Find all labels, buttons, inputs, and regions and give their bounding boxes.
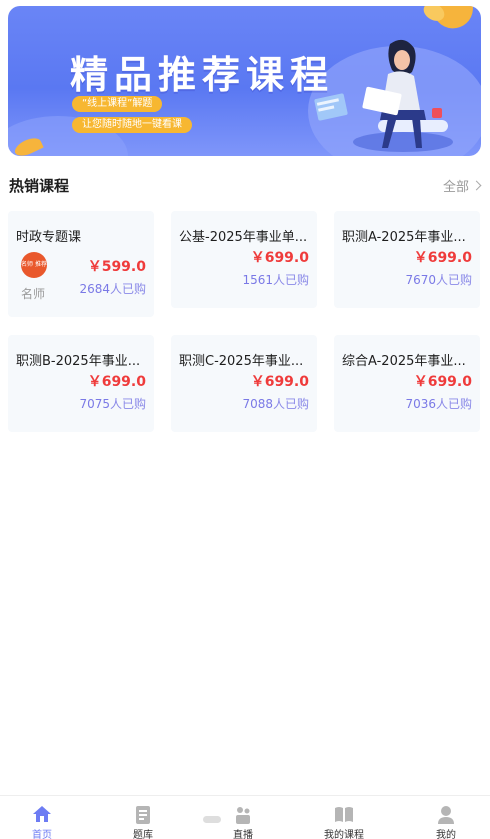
my-courses-icon [335,807,353,822]
sold-count: 7670人已购 [405,273,472,287]
course-price: ￥699.0 [250,374,309,390]
course-name: 综合A-2025年事业... [342,354,466,369]
course-name: 时政专题课 [16,230,82,245]
course-card[interactable]: 综合A-2025年事业... ￥699.0 7036人已购 [334,335,480,432]
tab-label: 我的课程 [324,830,364,839]
view-all-label: 全部 [442,180,469,195]
tab-my-courses[interactable]: 我的课程 [304,796,384,839]
course-price: ￥599.0 [87,259,146,275]
tab-question-bank[interactable]: 题库 [103,796,183,839]
banner-title: 精品推荐课程 [70,53,335,97]
course-name: 职测C-2025年事业... [179,354,304,369]
section-title: 热销课程 [9,177,70,195]
question-bank-icon [136,806,150,824]
course-name: 公基-2025年事业单... [179,230,308,245]
tab-label: 直播 [233,830,253,839]
course-name: 职测A-2025年事业... [342,230,466,245]
course-name: 职测B-2025年事业... [16,354,141,369]
banner-tag: 让您随时随地一键看课 [72,117,192,133]
course-price: ￥699.0 [250,250,309,266]
course-card[interactable]: 时政专题课 名师 推荐 ￥599.0 名师 2684人已购 [8,211,154,317]
sold-count: 7075人已购 [79,397,146,411]
sold-count: 7036人已购 [405,397,472,411]
promo-banner[interactable]: 精品推荐课程 “线上课程”解题 让您随时随地一键看课 [8,6,481,156]
tab-label: 题库 [133,830,153,839]
live-icon [236,807,250,824]
teacher-avatar: 名师 推荐 [21,252,47,278]
course-card[interactable]: 职测B-2025年事业... ￥699.0 7075人已购 [8,335,154,432]
home-icon [33,806,51,822]
chevron-right-icon [471,180,482,191]
sold-count: 7088人已购 [242,397,309,411]
person-with-laptop-illustration [314,39,453,152]
view-all-link[interactable]: 全部 [442,176,482,195]
bottom-tab-bar: 首页 题库 直播 我的课程 我的 [0,795,490,839]
banner-tag: “线上课程”解题 [72,96,163,112]
sold-count: 1561人已购 [242,273,309,287]
profile-icon [438,806,454,824]
course-price: ￥699.0 [413,250,472,266]
course-card[interactable]: 职测A-2025年事业... ￥699.0 7670人已购 [334,211,480,308]
course-price: ￥699.0 [413,374,472,390]
tab-profile[interactable]: 我的 [406,796,486,839]
scroll-handle [203,816,221,823]
course-card[interactable]: 公基-2025年事业单... ￥699.0 1561人已购 [171,211,317,308]
tab-label: 首页 [32,830,52,839]
tab-home[interactable]: 首页 [2,796,82,839]
course-price: ￥699.0 [87,374,146,390]
tab-label: 我的 [436,830,456,839]
course-card[interactable]: 职测C-2025年事业... ￥699.0 7088人已购 [171,335,317,432]
sold-count: 2684人已购 [79,282,146,296]
teacher-label: 名师 [21,287,46,301]
